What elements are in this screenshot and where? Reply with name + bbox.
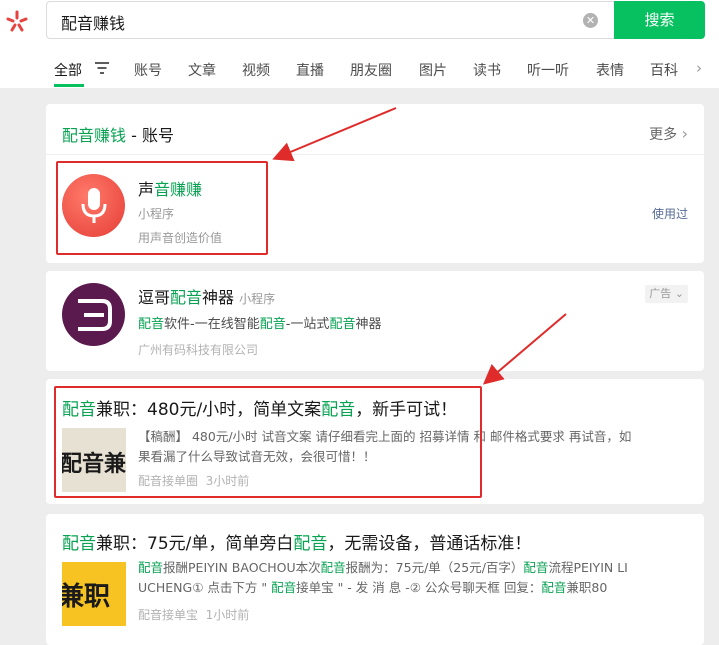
article-title-hl1: 配音	[62, 534, 96, 554]
tab-images[interactable]: 图片	[419, 60, 447, 80]
search-query: 配音赚钱	[61, 14, 126, 33]
snippet-text: 报酬PEIYIN BAOCHOU本次	[163, 560, 321, 575]
snippet-line-1: 配音报酬PEIYIN BAOCHOU本次配音报酬为：75元/单（25元/百字）配…	[138, 558, 688, 578]
snippet-hl: 配音	[138, 560, 164, 575]
used-status: 使用过	[651, 207, 688, 221]
ad-desc-t2: -一站式	[285, 317, 330, 332]
ad-desc-t3: 神器	[355, 317, 382, 332]
snippet-hl: 配音	[320, 560, 346, 575]
ad-card[interactable]: 逗哥配音神器 小程序 广告 ⌄ 配音软件-一在线智能配音-一站式配音神器 广州有…	[46, 271, 704, 371]
wechat-search-logo-icon	[6, 10, 28, 32]
divider	[46, 154, 704, 155]
article-title-t2: ，无需设备，普通话标准！	[327, 534, 532, 554]
snippet-text: 流程PEIYIN LI	[548, 560, 628, 575]
article-thumbnail: 兼职	[62, 562, 126, 626]
ad-desc-hl1: 配音	[138, 317, 165, 332]
tab-books[interactable]: 读书	[473, 60, 501, 80]
ad-desc-hl3: 配音	[329, 317, 356, 332]
section-title-rest: - 账号	[126, 126, 174, 145]
section-title-highlight: 配音赚钱	[62, 126, 127, 145]
snippet-text: 兼职80	[566, 580, 608, 595]
ad-logo-icon	[78, 299, 112, 331]
chevron-right-icon[interactable]: ›	[696, 59, 702, 77]
tab-all[interactable]: 全部	[54, 60, 82, 80]
snippet-text: 报酬为：75元/单（25元/百字）	[345, 560, 524, 575]
ad-avatar	[62, 283, 125, 346]
article-snippet: 配音报酬PEIYIN BAOCHOU本次配音报酬为：75元/单（25元/百字）配…	[138, 558, 688, 598]
ad-desc-hl2: 配音	[259, 317, 286, 332]
snippet-hl: 配音	[541, 580, 567, 595]
search-input[interactable]: 配音赚钱 ✕	[46, 1, 614, 39]
ad-badge-label: 广告	[649, 287, 672, 300]
snippet-hl: 配音	[523, 560, 549, 575]
ad-title: 逗哥配音神器 小程序	[138, 284, 275, 308]
ad-company: 广州有码科技有限公司	[138, 343, 259, 357]
chevron-right-icon: ›	[681, 124, 688, 143]
article-time: 1小时前	[205, 608, 250, 622]
ad-badge[interactable]: 广告 ⌄	[645, 285, 688, 303]
ad-title-a: 逗哥	[138, 288, 171, 307]
more-label: 更多	[649, 127, 678, 143]
ad-desc-t1: 软件-一在线智能	[164, 317, 260, 332]
snippet-text: UCHENG① 点击下方 "	[138, 580, 272, 595]
more-link[interactable]: 更多 ›	[649, 124, 688, 144]
clear-icon[interactable]: ✕	[583, 13, 598, 28]
snippet-text: 接单宝 " - 发 消 息 -② 公众号聊天框 回复：	[296, 580, 542, 595]
ad-title-b: 神器	[202, 288, 235, 307]
tab-moments[interactable]: 朋友圈	[350, 60, 392, 80]
article-meta: 配音接单宝 1小时前	[138, 606, 249, 623]
active-tab-indicator	[54, 84, 84, 87]
tab-videos[interactable]: 视频	[242, 60, 270, 80]
tab-listen[interactable]: 听一听	[527, 60, 569, 80]
ad-type: 小程序	[239, 292, 276, 306]
ad-title-highlight: 配音	[170, 288, 203, 307]
article-card-2[interactable]: 配音兼职：75元/单，简单旁白配音，无需设备，普通话标准！ 兼职 配音报酬PEI…	[46, 514, 704, 645]
tab-stickers[interactable]: 表情	[596, 60, 624, 80]
article-title-t1: 兼职：75元/单，简单旁白	[96, 534, 294, 554]
section-title: 配音赚钱 - 账号	[62, 122, 174, 146]
snippet-hl: 配音	[271, 580, 297, 595]
thumbnail-text: 兼职	[62, 582, 111, 612]
top-bar: 配音赚钱 ✕ 搜索 全部 账号 文章 视频 直播 朋友圈 图片 读书 听一听 表…	[0, 0, 719, 88]
tab-accounts[interactable]: 账号	[134, 60, 162, 80]
search-button[interactable]: 搜索	[614, 1, 705, 39]
annotation-box	[54, 386, 482, 498]
filter-icon[interactable]	[95, 62, 109, 74]
article-title-hl2: 配音	[293, 534, 328, 554]
tab-baike[interactable]: 百科	[650, 60, 678, 80]
chevron-down-icon: ⌄	[671, 287, 684, 300]
article-source[interactable]: 配音接单宝	[138, 608, 198, 622]
ad-desc: 配音软件-一在线智能配音-一站式配音神器	[138, 313, 381, 332]
tab-articles[interactable]: 文章	[188, 60, 216, 80]
tab-live[interactable]: 直播	[296, 60, 324, 80]
article-title: 配音兼职：75元/单，简单旁白配音，无需设备，普通话标准！	[62, 529, 531, 554]
annotation-box	[56, 161, 268, 255]
snippet-line-2: UCHENG① 点击下方 " 配音接单宝 " - 发 消 息 -② 公众号聊天框…	[138, 578, 688, 598]
